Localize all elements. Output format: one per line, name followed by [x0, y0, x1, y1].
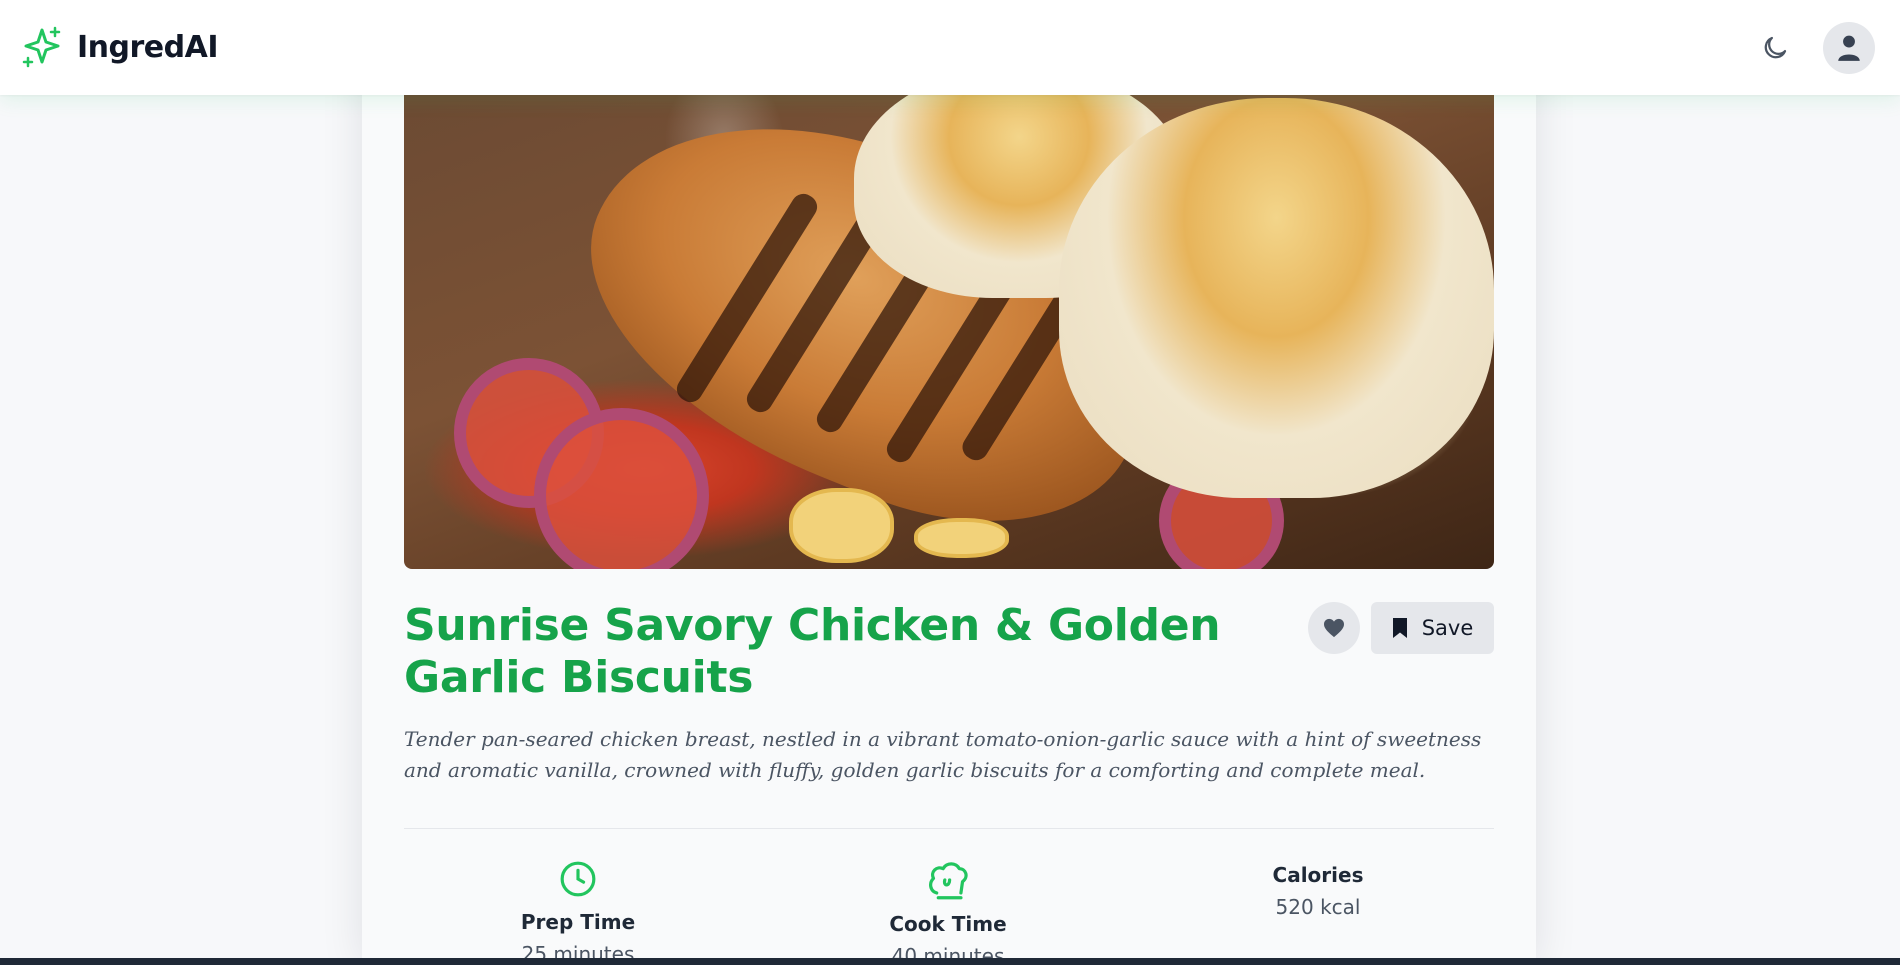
calories-stat: Calories 520 kcal — [1218, 863, 1418, 919]
user-avatar-button[interactable] — [1823, 22, 1875, 74]
calories-label: Calories — [1272, 863, 1364, 887]
theme-toggle-button[interactable] — [1757, 30, 1793, 66]
recipe-hero-image — [404, 68, 1494, 569]
brand-logo[interactable]: IngredAI — [22, 26, 219, 68]
cook-time-stat: Cook Time 40 minutes — [848, 860, 1048, 965]
biscuit — [1059, 98, 1494, 498]
save-button[interactable]: Save — [1371, 602, 1494, 654]
recipe-title: Sunrise Savory Chicken & Golden Garlic B… — [404, 600, 1221, 703]
garlic-clove — [789, 488, 894, 563]
chef-hat-icon — [929, 862, 968, 900]
calories-value: 520 kcal — [1275, 895, 1361, 919]
save-button-label: Save — [1421, 616, 1474, 640]
moon-icon — [1764, 36, 1787, 59]
section-divider — [404, 828, 1494, 829]
clock-icon — [560, 861, 596, 897]
prep-time-label: Prep Time — [520, 910, 636, 934]
like-button[interactable] — [1308, 602, 1360, 654]
window-bottom-border — [0, 958, 1900, 965]
top-navigation: IngredAI — [0, 0, 1900, 95]
garlic-clove — [914, 518, 1009, 558]
brand-name: IngredAI — [77, 29, 219, 65]
user-icon — [1838, 35, 1860, 61]
onion-ring — [534, 408, 709, 569]
sparkles-icon — [22, 26, 61, 68]
recipe-description: Tender pan-seared chicken breast, nestle… — [404, 727, 1482, 782]
heart-icon — [1324, 618, 1344, 638]
prep-time-stat: Prep Time 25 minutes — [478, 860, 678, 965]
bookmark-icon — [1392, 618, 1407, 638]
cook-time-label: Cook Time — [889, 912, 1007, 936]
